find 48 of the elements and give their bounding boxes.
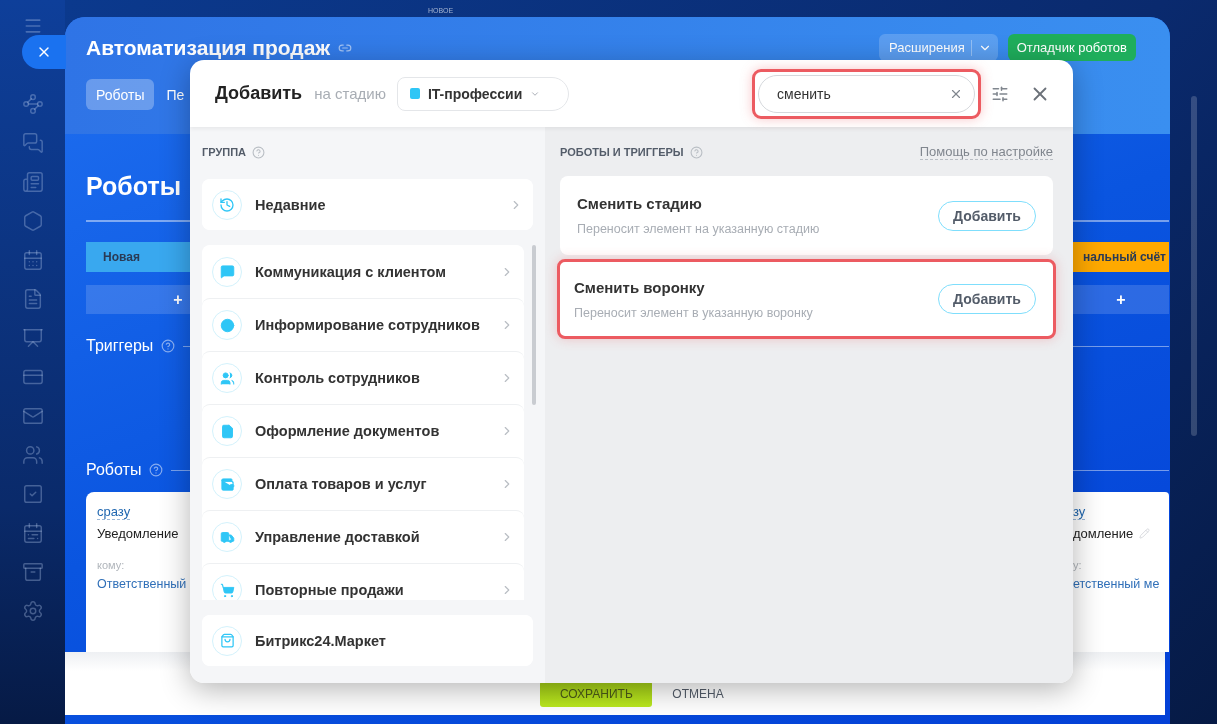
recipient-value[interactable]: етственный ме [1073, 577, 1169, 591]
checkbox-icon[interactable] [21, 483, 44, 505]
add-button[interactable]: Добавить [938, 200, 1036, 231]
people-icon[interactable] [21, 444, 44, 466]
triggers-label: Триггеры [86, 337, 154, 355]
cancel-button[interactable]: ОТМЕНА [666, 681, 730, 707]
robot-title: Сменить воронку [574, 278, 706, 296]
scrollbar[interactable] [1190, 96, 1197, 436]
chat-icon[interactable] [21, 132, 44, 154]
stage-header: нальный счёт [1073, 242, 1169, 272]
robot-name: домление [1073, 526, 1134, 541]
calendar-list-icon[interactable] [21, 522, 44, 544]
results-heading: РОБОТЫ И ТРИГГЕРЫ [560, 146, 684, 158]
hexagon-icon[interactable] [21, 210, 44, 232]
settings-icon[interactable] [21, 600, 44, 622]
nodes-icon[interactable] [21, 93, 44, 115]
close-button[interactable] [22, 35, 66, 69]
help-icon[interactable] [252, 145, 266, 159]
recipient-label: у: [1073, 559, 1083, 571]
group-heading: ГРУППА [202, 146, 247, 158]
calendar-icon[interactable] [21, 249, 44, 271]
robot-description: Переносит элемент на указанную стадию [577, 222, 821, 236]
group-item[interactable]: Повторные продажи [202, 563, 524, 600]
robot-description: Переносит элемент в указанную воронку [574, 305, 814, 320]
tab[interactable]: Пе [166, 79, 185, 110]
page-title: Автоматизация продаж [86, 34, 331, 61]
newspaper-icon[interactable] [21, 171, 44, 193]
save-button[interactable]: СОХРАНИТЬ [540, 681, 653, 707]
add-button[interactable]: Добавить [938, 284, 1036, 314]
stage-color-icon [409, 88, 420, 99]
stage-select[interactable]: IT-профессии [396, 76, 570, 111]
add-robot-button[interactable]: + [1073, 285, 1169, 314]
section-title: Роботы [86, 172, 181, 202]
stage-label: на стадию [314, 85, 386, 102]
robot-title: Сменить стадию [577, 195, 703, 212]
recipient-label: кому: [97, 559, 126, 571]
delay-link[interactable]: сразу [97, 504, 131, 520]
robots-label: Роботы [86, 461, 142, 479]
robot-name: Уведомление [97, 526, 179, 541]
pencil-icon[interactable] [1139, 528, 1151, 539]
scrollbar[interactable] [532, 245, 536, 405]
help-icon[interactable] [689, 145, 703, 159]
search-field[interactable]: сменить [758, 74, 975, 113]
archive-icon[interactable] [21, 561, 44, 583]
presentation-icon[interactable] [21, 327, 44, 349]
filter-icon[interactable] [991, 84, 1009, 103]
dialog-title: Добавить [215, 83, 303, 104]
mail-icon[interactable] [21, 405, 44, 427]
